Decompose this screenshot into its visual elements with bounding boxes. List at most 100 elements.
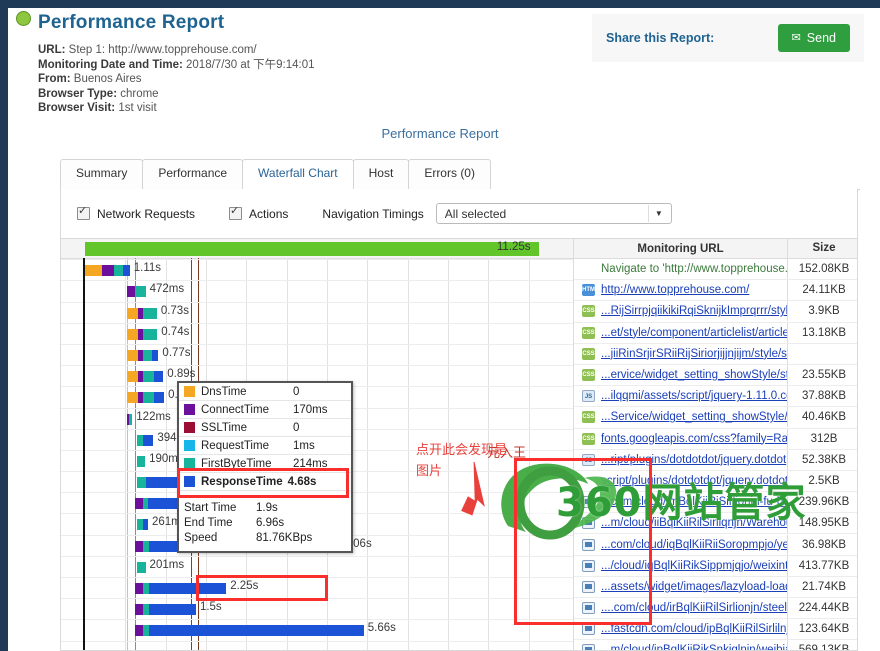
segment-responsetime xyxy=(149,604,196,616)
table-row[interactable]: CSS fonts.googleapis.com/css?family=Rale 3… xyxy=(574,428,857,450)
annotation-note-line1: 点开此会发现是 xyxy=(416,443,508,458)
meta-label: URL: xyxy=(38,44,69,56)
segment-connecttime xyxy=(126,286,136,298)
segment-connecttime xyxy=(135,604,143,616)
actions-checkbox[interactable]: Actions xyxy=(229,204,288,221)
request-bar[interactable] xyxy=(127,392,165,404)
table-row[interactable]: CSS ...Service/widget_setting_showStyle/f… xyxy=(574,407,857,429)
meta-label: Monitoring Date and Time: xyxy=(38,58,187,71)
meta-line: Browser Type: chrome xyxy=(38,87,538,102)
request-bar[interactable] xyxy=(127,413,133,425)
timing-tooltip: DnsTime 0 ConnectTime 170ms SSLTime 0 RequestT… xyxy=(177,381,353,553)
legend-value: 0 xyxy=(293,385,300,398)
segment-responsetime xyxy=(153,392,165,404)
css-icon: CSS xyxy=(582,326,595,339)
tab-summary[interactable]: Summary xyxy=(60,159,144,189)
report-meta-list: URL: Step 1: http://www.topprehouse.com/… xyxy=(38,43,538,116)
segment-firstbytetime xyxy=(143,328,158,340)
waterfall-row[interactable]: 472ms xyxy=(61,281,573,303)
size-value: 239.96KB xyxy=(787,492,857,513)
send-button[interactable]: ✉ Send xyxy=(777,24,850,52)
url-link[interactable]: ...Service/widget_setting_showStyle/fixe… xyxy=(601,411,787,423)
url-link[interactable]: ...m/cloud/ipBqlKiiRikSnkjqlnjn/weibiaot… xyxy=(601,644,787,650)
size-value: 312B xyxy=(787,428,857,449)
request-bar[interactable] xyxy=(127,371,164,383)
navigation-timings-select[interactable]: All selected ▼ xyxy=(435,203,672,224)
url-link[interactable]: fonts.googleapis.com/css?family=Rale xyxy=(601,433,787,445)
legend-swatch xyxy=(184,422,195,433)
highlight-box-response-bar xyxy=(196,575,328,601)
waterfall-row[interactable]: 0.73s xyxy=(61,303,573,324)
checkbox-checked-icon xyxy=(77,204,90,220)
request-bar[interactable] xyxy=(137,561,146,573)
table-row[interactable]: ...m/cloud/ipBqlKiiRikSnkjqlnjn/weibiaot… xyxy=(574,640,857,650)
size-value: 123.64KB xyxy=(787,619,857,640)
url-link[interactable]: ...ilqqmi/assets/script/jquery-1.11.0.co… xyxy=(601,390,787,402)
url-link[interactable]: ...ervice/widget_setting_showStyle/style… xyxy=(601,369,787,381)
meta-label: From: xyxy=(38,73,74,86)
request-bar[interactable] xyxy=(126,286,146,298)
meta-value: Buenos Aires xyxy=(73,73,142,86)
table-row[interactable]: HTML http://www.topprehouse.com/24.11KB xyxy=(574,280,857,302)
start-line xyxy=(83,258,85,650)
tab-errors-0[interactable]: Errors (0) xyxy=(408,159,491,189)
tooltip-footer: Start Time 1.9s End Time 6.96s Speed 81.76KBp… xyxy=(179,498,351,551)
table-row[interactable]: JS ...ilqqmi/assets/script/jquery-1.11.0.… xyxy=(574,386,857,408)
request-bar[interactable] xyxy=(85,265,130,277)
report-subtitle: Performance Report xyxy=(381,126,499,141)
highlight-box-image-urls xyxy=(514,458,652,625)
request-bar[interactable] xyxy=(127,307,157,319)
table-row[interactable]: Navigate to 'http://www.topprehouse.com1… xyxy=(574,259,857,281)
url-link[interactable]: ...jiiRinSrjirSRiiRijSiriorjijjnjijm/sty… xyxy=(601,348,787,360)
url-link[interactable]: ...et/style/component/articlelist/articl… xyxy=(601,327,787,339)
request-bar[interactable] xyxy=(137,455,146,467)
url-link[interactable]: http://www.topprehouse.com/ xyxy=(601,284,787,296)
footer-value: 81.76KBps xyxy=(256,532,313,544)
tooltip-row: RequestTime 1ms xyxy=(179,437,351,455)
waterfall-row[interactable]: 1.11s xyxy=(61,260,573,282)
waterfall-row[interactable]: 11.25s xyxy=(61,239,573,261)
request-bar[interactable] xyxy=(127,349,159,361)
request-bar[interactable] xyxy=(127,328,158,340)
waterfall-row[interactable]: 0.74s xyxy=(61,324,573,345)
legend-label: SSLTime xyxy=(201,421,248,434)
waterfall-row[interactable]: 5.66s xyxy=(61,620,573,642)
url-link[interactable]: ...fastcdn.com/cloud/ipBqlKiiRilSirlilnj… xyxy=(601,623,787,635)
size-value: 413.77KB xyxy=(787,555,857,576)
waterfall-row[interactable]: 1.5s xyxy=(61,599,573,621)
legend-value: 1ms xyxy=(293,439,315,452)
network-requests-label: Network Requests xyxy=(97,206,196,221)
request-bar[interactable] xyxy=(135,625,364,637)
tooltip-footer-row: Start Time 1.9s xyxy=(184,501,346,516)
segment-dnstime xyxy=(85,265,102,277)
waterfall-row[interactable]: 0.77s xyxy=(61,345,573,367)
share-label: Share this Report: xyxy=(606,31,715,45)
window-left-gutter xyxy=(8,8,22,651)
table-row[interactable]: CSS ...jiiRinSrjirSRiiRijSiriorjijjnjijm/… xyxy=(574,343,857,365)
table-row[interactable]: CSS ...et/style/component/articlelist/art… xyxy=(574,322,857,344)
size-value: 24.11KB xyxy=(787,280,857,301)
segment-responsetime xyxy=(152,349,159,361)
network-requests-checkbox[interactable]: Network Requests xyxy=(77,204,196,221)
highlight-box-response-time xyxy=(177,468,349,498)
request-bar[interactable] xyxy=(137,519,148,531)
tab-host[interactable]: Host xyxy=(352,159,410,189)
bar-label: 122ms xyxy=(136,410,171,423)
request-bar[interactable] xyxy=(135,604,196,616)
legend-label: ConnectTime xyxy=(201,403,269,416)
segment-dnstime xyxy=(127,392,139,404)
segment-connecttime xyxy=(135,625,143,637)
footer-label: Speed xyxy=(184,532,218,544)
request-bar[interactable] xyxy=(137,434,154,446)
url-link[interactable]: ...RijSirrpjqiikikiRqiSknijkImprqrrr/sty… xyxy=(601,305,787,317)
tab-performance[interactable]: Performance xyxy=(142,159,244,189)
size-value: 21.74KB xyxy=(787,576,857,597)
table-row[interactable]: CSS ...RijSirrpjqiikikiRqiSknijkImprqrrr/… xyxy=(574,301,857,323)
size-value: 224.44KB xyxy=(787,598,857,619)
tab-bar: Summary Performance Waterfall Chart Host Err… xyxy=(60,159,860,190)
tab-waterfall-chart[interactable]: Waterfall Chart xyxy=(242,159,354,190)
bar-label: 0.74s xyxy=(161,325,190,338)
table-row[interactable]: CSS ...ervice/widget_setting_showStyle/st… xyxy=(574,365,857,387)
segment-firstbytetime xyxy=(143,392,154,404)
img-icon xyxy=(582,644,595,650)
